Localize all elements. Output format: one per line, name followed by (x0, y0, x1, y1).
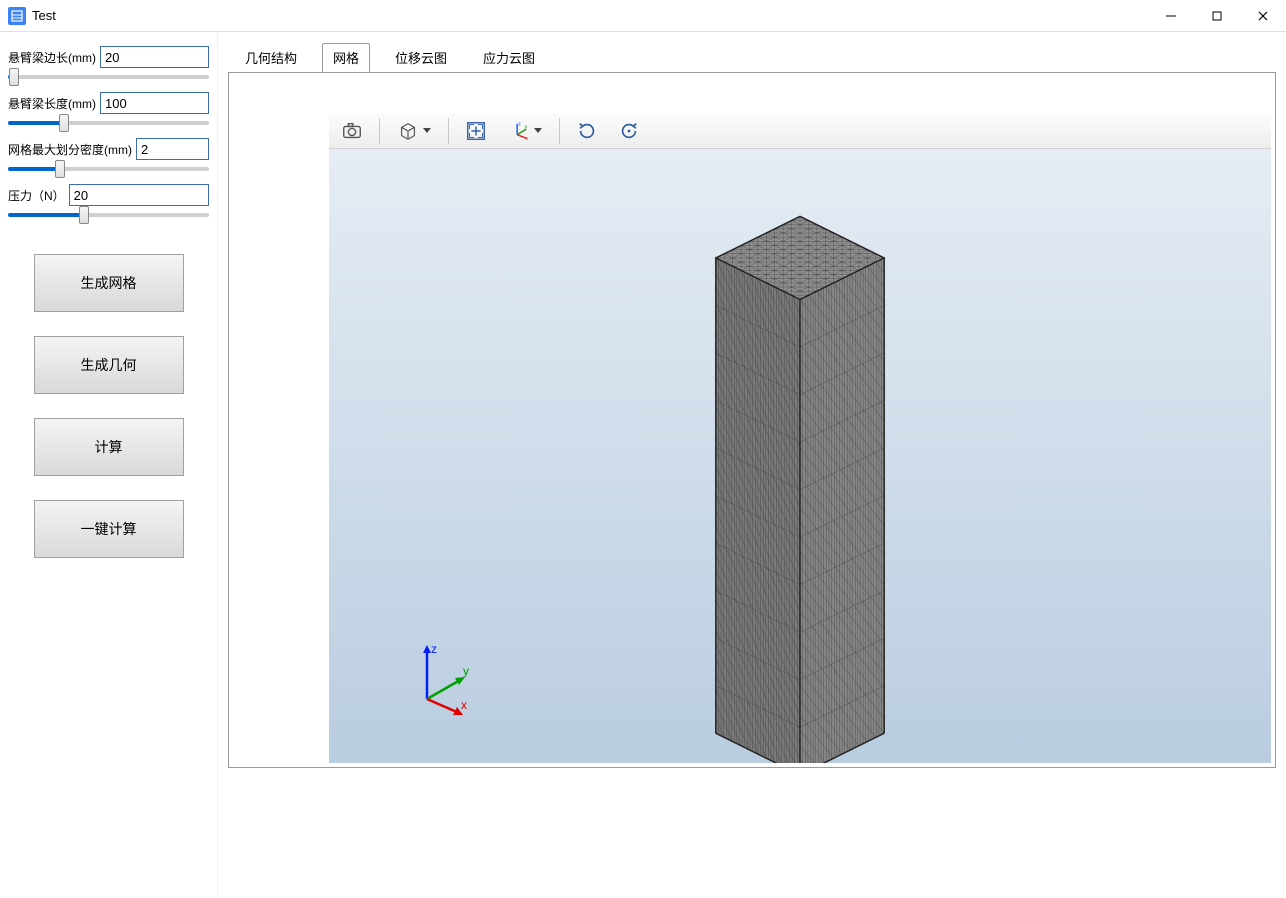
param-slider-length[interactable] (8, 114, 209, 132)
svg-text:z: z (518, 121, 521, 127)
mesh-viewport[interactable]: z y x (329, 149, 1271, 763)
param-label-length: 悬臂梁长度(mm) (8, 95, 96, 112)
param-input-meshdensity[interactable] (136, 138, 209, 160)
toolbar-separator (559, 118, 560, 144)
param-slider-meshdensity[interactable] (8, 160, 209, 178)
cube-view-icon[interactable] (390, 116, 438, 146)
rotate-ccw-icon[interactable] (570, 116, 604, 146)
chevron-down-icon (534, 128, 542, 133)
param-slider-pressure[interactable] (8, 206, 209, 224)
tab-stress[interactable]: 应力云图 (472, 43, 546, 73)
result-tabs: 几何结构 网格 位移云图 应力云图 (228, 38, 1276, 72)
chevron-down-icon (423, 128, 431, 133)
content-area: 几何结构 网格 位移云图 应力云图 (218, 32, 1286, 898)
generate-geometry-button[interactable]: 生成几何 (34, 336, 184, 394)
axes-xyz-icon[interactable]: z y x (501, 116, 549, 146)
orientation-axes: z y x (407, 639, 487, 719)
app-icon (8, 7, 26, 25)
toolbar-separator (448, 118, 449, 144)
generate-mesh-button[interactable]: 生成网格 (34, 254, 184, 312)
camera-icon[interactable] (335, 116, 369, 146)
tab-geometry[interactable]: 几何结构 (234, 43, 308, 73)
param-slider-edge[interactable] (8, 68, 209, 86)
toolbar-separator (379, 118, 380, 144)
param-input-pressure[interactable] (69, 184, 209, 206)
axis-label-x: x (461, 698, 467, 712)
window-close-button[interactable] (1240, 0, 1286, 32)
axis-label-z: z (431, 642, 437, 656)
param-input-edge[interactable] (100, 46, 209, 68)
axis-label-y: y (463, 664, 469, 678)
param-label-meshdensity: 网格最大划分密度(mm) (8, 141, 132, 158)
one-click-compute-button[interactable]: 一键计算 (34, 500, 184, 558)
viewer-frame: z y x (228, 72, 1276, 768)
param-label-pressure: 压力（N） (8, 187, 65, 204)
window-maximize-button[interactable] (1194, 0, 1240, 32)
window-title: Test (32, 8, 56, 23)
parameter-panel: 悬臂梁边长(mm) 悬臂梁长度(mm) 网格最大划分密度(mm) 压力 (0, 32, 218, 898)
svg-text:y: y (525, 124, 528, 130)
fit-extents-icon[interactable] (459, 116, 493, 146)
window-titlebar: Test (0, 0, 1286, 32)
svg-text:x: x (525, 136, 528, 142)
tab-mesh[interactable]: 网格 (322, 43, 370, 73)
param-input-length[interactable] (100, 92, 209, 114)
param-label-edge: 悬臂梁边长(mm) (8, 49, 96, 66)
rotate-reset-icon[interactable] (612, 116, 646, 146)
window-minimize-button[interactable] (1148, 0, 1194, 32)
compute-button[interactable]: 计算 (34, 418, 184, 476)
viewport-toolbar: z y x (329, 113, 1271, 149)
tab-displacement[interactable]: 位移云图 (384, 43, 458, 73)
